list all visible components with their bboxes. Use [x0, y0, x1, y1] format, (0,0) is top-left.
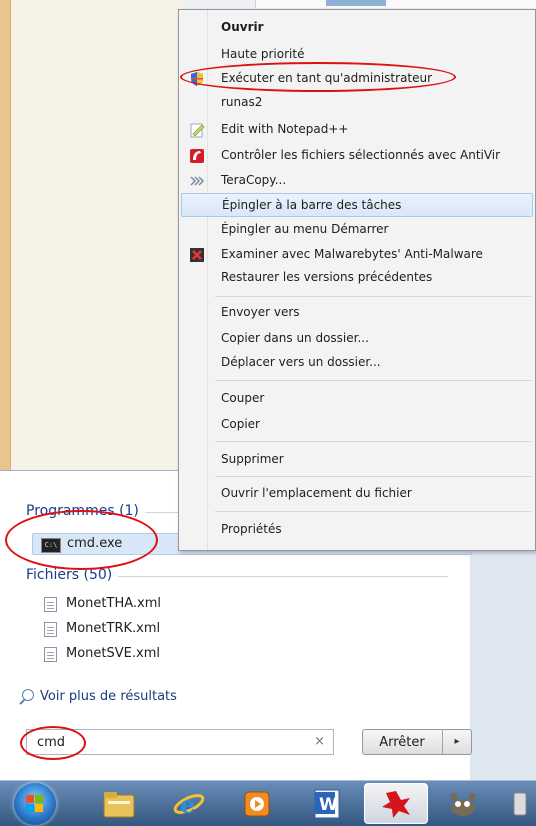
- menu-item-label: Edit with Notepad++: [221, 122, 349, 136]
- command-prompt-icon: C:\: [41, 538, 61, 553]
- stop-button-label: Arrêter: [379, 735, 425, 750]
- menu-item-label: Copier dans un dossier...: [221, 331, 369, 345]
- search-input-value: cmd: [37, 735, 66, 750]
- menu-item-label: Supprimer: [221, 452, 284, 466]
- menu-item-open[interactable]: Ouvrir: [181, 16, 533, 40]
- file-result[interactable]: MonetSVE.xml: [42, 645, 342, 665]
- menu-separator: [215, 511, 531, 512]
- menu-item-properties[interactable]: Propriétés: [181, 518, 533, 542]
- background-selection: [326, 0, 386, 6]
- uac-shield-icon: [191, 72, 203, 86]
- menu-item-send-to[interactable]: Envoyer vers: [181, 301, 533, 325]
- menu-item-move-to-folder[interactable]: Déplacer vers un dossier...: [181, 351, 533, 375]
- taskbar-word-button[interactable]: W: [300, 783, 354, 824]
- search-icon: [22, 689, 34, 701]
- menu-item-label: Examiner avec Malwarebytes' Anti-Malware: [221, 247, 483, 261]
- menu-item-label: Épingler au menu Démarrer: [221, 222, 389, 236]
- background-window-strip: [255, 0, 536, 8]
- clear-search-icon[interactable]: ×: [314, 734, 325, 749]
- menu-item-copy[interactable]: Copier: [181, 413, 533, 437]
- taskbar-antivirus-button[interactable]: [364, 783, 428, 824]
- menu-item-open-file-location[interactable]: Ouvrir l'emplacement du fichier: [181, 482, 533, 506]
- application-icon: [513, 792, 527, 815]
- taskbar-explorer-button[interactable]: [92, 783, 146, 824]
- menu-item-label: Contrôler les fichiers sélectionnés avec…: [221, 148, 501, 162]
- menu-item-label: TeraCopy...: [221, 173, 287, 187]
- menu-separator: [215, 380, 531, 381]
- file-result[interactable]: MonetTRK.xml: [42, 620, 342, 640]
- program-label: cmd.exe: [67, 536, 123, 551]
- menu-item-label: Restaurer les versions précédentes: [221, 270, 433, 284]
- word-icon: W: [314, 789, 340, 818]
- menu-item-label: Propriétés: [221, 522, 282, 536]
- svg-text:e: e: [180, 790, 195, 819]
- internet-explorer-icon: e: [173, 790, 205, 819]
- menu-item-label: Ouvrir: [221, 20, 264, 34]
- background-document-window: [0, 0, 185, 470]
- xml-file-icon: [44, 622, 57, 637]
- menu-separator: [215, 476, 531, 477]
- menu-item-pin-taskbar[interactable]: Épingler à la barre des tâches: [181, 193, 533, 217]
- taskbar-gimp-button[interactable]: [436, 783, 490, 824]
- menu-separator: [215, 296, 531, 297]
- svg-text:W: W: [319, 795, 338, 815]
- antivirus-icon: [382, 790, 410, 818]
- taskbar-media-player-button[interactable]: [230, 783, 284, 824]
- xml-file-icon: [44, 597, 57, 612]
- media-player-icon: [244, 791, 270, 816]
- taskbar-overflow-button[interactable]: [504, 783, 536, 824]
- file-label: MonetTHA.xml: [66, 596, 161, 611]
- file-label: MonetTRK.xml: [66, 621, 161, 636]
- menu-item-label: Copier: [221, 417, 260, 431]
- menu-item-label: Couper: [221, 391, 265, 405]
- file-label: MonetSVE.xml: [66, 646, 160, 661]
- start-button[interactable]: [14, 783, 56, 825]
- search-input[interactable]: cmd ×: [26, 729, 334, 755]
- menu-item-teracopy[interactable]: TeraCopy...: [181, 169, 533, 193]
- notepadpp-icon: [190, 123, 205, 138]
- menu-item-high-priority[interactable]: Haute priorité: [181, 43, 533, 67]
- see-more-results-label: Voir plus de résultats: [40, 689, 177, 704]
- windows-explorer-icon: [103, 791, 135, 817]
- menu-item-label: Envoyer vers: [221, 305, 300, 319]
- menu-item-edit-notepadpp[interactable]: Edit with Notepad++: [181, 118, 533, 142]
- menu-item-antivir[interactable]: Contrôler les fichiers sélectionnés avec…: [181, 144, 533, 168]
- taskbar: e W: [0, 780, 536, 826]
- teracopy-icon: [190, 176, 205, 186]
- menu-separator: [215, 441, 531, 442]
- menu-item-copy-to-folder[interactable]: Copier dans un dossier...: [181, 327, 533, 351]
- menu-item-label: Déplacer vers un dossier...: [221, 355, 381, 369]
- context-menu: Ouvrir Haute priorité Exécuter en tant q…: [178, 9, 536, 551]
- chevron-right-icon[interactable]: ▸: [442, 730, 471, 754]
- gimp-icon: [450, 792, 476, 816]
- windows-logo-icon: [26, 795, 44, 813]
- antivir-icon: [190, 149, 204, 163]
- menu-item-label: Haute priorité: [221, 47, 305, 61]
- menu-item-run-as-admin[interactable]: Exécuter en tant qu'administrateur: [181, 67, 533, 91]
- see-more-results-link[interactable]: Voir plus de résultats: [22, 689, 177, 704]
- xml-file-icon: [44, 647, 57, 662]
- taskbar-internet-explorer-button[interactable]: e: [162, 783, 216, 824]
- stop-button[interactable]: Arrêter ▸: [362, 729, 472, 755]
- menu-item-pin-start[interactable]: Épingler au menu Démarrer: [181, 218, 533, 242]
- menu-item-label: Ouvrir l'emplacement du fichier: [221, 486, 412, 500]
- files-section-title: Fichiers (50): [26, 567, 450, 583]
- file-result[interactable]: MonetTHA.xml: [42, 595, 342, 615]
- menu-item-restore-versions[interactable]: Restaurer les versions précédentes: [181, 266, 533, 290]
- malwarebytes-icon: [190, 248, 204, 262]
- menu-item-label: Épingler à la barre des tâches: [222, 198, 402, 212]
- programs-section-title: Programmes (1): [26, 503, 475, 519]
- menu-item-cut[interactable]: Couper: [181, 387, 533, 411]
- menu-item-runas2[interactable]: runas2: [181, 91, 533, 115]
- menu-item-label: runas2: [221, 95, 263, 109]
- menu-item-malwarebytes[interactable]: Examiner avec Malwarebytes' Anti-Malware: [181, 243, 533, 267]
- menu-item-delete[interactable]: Supprimer: [181, 448, 533, 472]
- menu-item-label: Exécuter en tant qu'administrateur: [221, 71, 433, 85]
